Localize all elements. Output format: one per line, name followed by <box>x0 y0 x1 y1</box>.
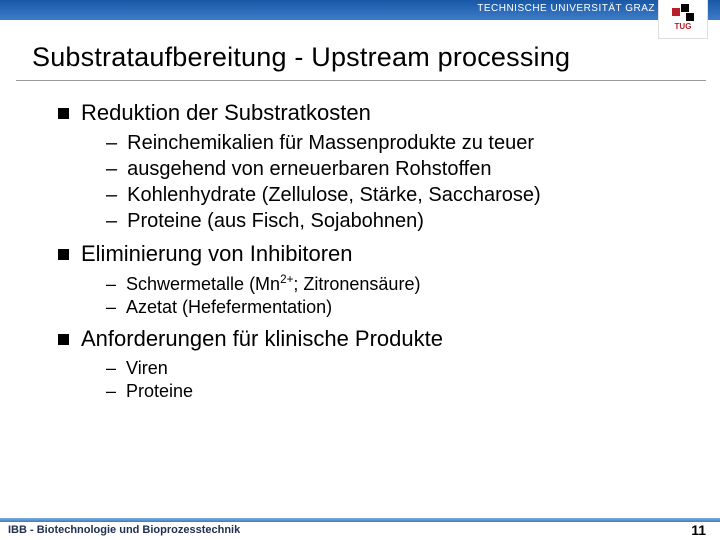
bullet-lvl1: Eliminierung von Inhibitoren <box>58 241 678 267</box>
list-item: ausgehend von erneuerbaren Rohstoffen <box>127 158 491 180</box>
section-heading: Reduktion der Substratkosten <box>81 100 371 125</box>
slide-title: Substrataufbereitung - Upstream processi… <box>32 42 692 73</box>
section-heading: Eliminierung von Inhibitoren <box>81 241 353 266</box>
list-item: Viren <box>126 358 168 378</box>
bullet-lvl2: –Azetat (Hefefermentation) <box>58 297 678 318</box>
bullet-lvl1: Anforderungen für klinische Produkte <box>58 326 678 352</box>
top-bar: TECHNISCHE UNIVERSITÄT GRAZ <box>0 0 720 20</box>
bullet-lvl2: –Proteine (aus Fisch, Sojabohnen) <box>58 210 678 233</box>
slide-body: Reduktion der Substratkosten –Reinchemik… <box>58 92 678 404</box>
list-item: Proteine <box>126 381 193 401</box>
list-item: Kohlenhydrate (Zellulose, Stärke, Saccha… <box>127 184 541 206</box>
bullet-lvl2: –ausgehend von erneuerbaren Rohstoffen <box>58 158 678 181</box>
logo-badge: TUG <box>658 0 708 39</box>
footer-text: IBB - Biotechnologie und Bioprozesstechn… <box>8 524 240 536</box>
bullet-lvl2: –Proteine <box>58 381 678 402</box>
bullet-lvl1: Reduktion der Substratkosten <box>58 100 678 126</box>
org-name: TECHNISCHE UNIVERSITÄT GRAZ <box>477 3 655 14</box>
list-item: Proteine (aus Fisch, Sojabohnen) <box>127 210 424 232</box>
logo-text: TUG <box>659 22 707 31</box>
footer-divider <box>0 518 720 522</box>
bullet-lvl2: –Reinchemikalien für Massenprodukte zu t… <box>58 132 678 155</box>
bullet-lvl2: –Kohlenhydrate (Zellulose, Stärke, Sacch… <box>58 184 678 207</box>
list-item: Reinchemikalien für Massenprodukte zu te… <box>127 132 534 154</box>
list-item: Azetat (Hefefermentation) <box>126 297 332 317</box>
list-item: Schwermetalle (Mn2+; Zitronensäure) <box>126 274 420 294</box>
tug-logo-icon <box>672 4 694 20</box>
bullet-lvl2: –Viren <box>58 358 678 379</box>
title-divider <box>16 80 706 81</box>
page-number: 11 <box>691 522 706 538</box>
bullet-lvl2: –Schwermetalle (Mn2+; Zitronensäure) <box>58 273 678 295</box>
section-heading: Anforderungen für klinische Produkte <box>81 326 443 351</box>
